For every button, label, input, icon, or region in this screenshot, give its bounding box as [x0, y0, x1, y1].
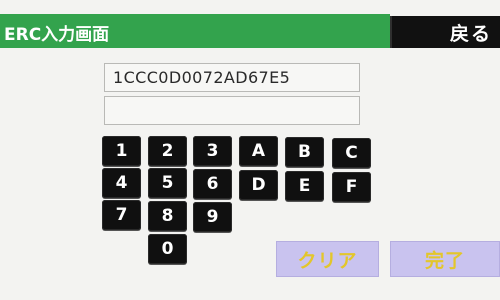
back-button-label: 戻る [449, 23, 492, 45]
key-7[interactable]: 7 [102, 200, 141, 230]
erc-code-field[interactable]: 1CCC0D0072AD67E5 [104, 63, 360, 92]
key-0[interactable]: 0 [148, 234, 187, 264]
key-d[interactable]: D [239, 170, 278, 200]
done-button[interactable]: 完了 [390, 241, 500, 277]
erc-second-field[interactable] [104, 96, 360, 125]
key-b[interactable]: B [285, 137, 324, 167]
key-5[interactable]: 5 [148, 168, 187, 198]
key-6[interactable]: 6 [193, 169, 232, 199]
key-e[interactable]: E [285, 171, 324, 201]
clear-button[interactable]: クリア [276, 241, 379, 277]
erc-input-screen: ERC入力画面 戻る 1CCC0D0072AD67E5 1 2 3 A B C … [0, 0, 500, 300]
key-3[interactable]: 3 [193, 136, 232, 166]
page-title: ERC入力画面 [4, 25, 110, 45]
key-1[interactable]: 1 [102, 136, 141, 166]
key-8[interactable]: 8 [148, 201, 187, 231]
back-button[interactable]: 戻る [390, 16, 500, 48]
key-4[interactable]: 4 [102, 168, 141, 198]
key-c[interactable]: C [332, 138, 371, 168]
key-9[interactable]: 9 [193, 202, 232, 232]
erc-code-value: 1CCC0D0072AD67E5 [113, 68, 291, 87]
key-a[interactable]: A [239, 136, 278, 166]
title-bar: ERC入力画面 [0, 14, 390, 48]
key-f[interactable]: F [332, 172, 371, 202]
key-2[interactable]: 2 [148, 136, 187, 166]
